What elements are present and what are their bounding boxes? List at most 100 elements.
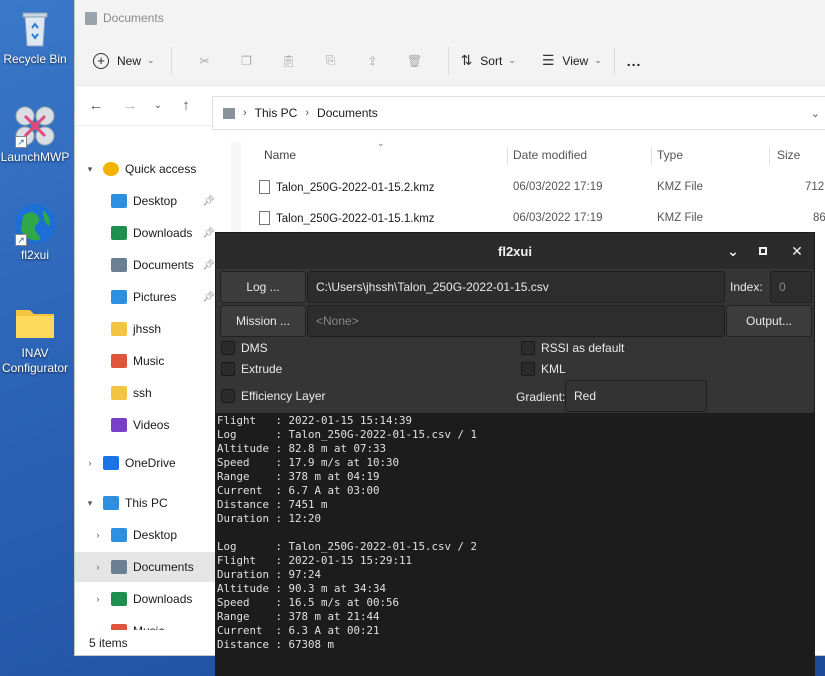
file-name-cell: Talon_250G-2022-01-15.2.kmz bbox=[259, 180, 435, 194]
star-icon bbox=[103, 162, 119, 176]
column-header-size[interactable]: Size bbox=[777, 148, 800, 162]
sidebar-item-label: Music bbox=[133, 354, 165, 368]
column-header-type[interactable]: Type bbox=[657, 148, 683, 162]
sidebar-item[interactable]: Desktop 📌︎ bbox=[75, 186, 221, 216]
sidebar-item[interactable]: › Documents bbox=[75, 552, 221, 582]
chevron-down-icon: ⌄ bbox=[147, 55, 155, 65]
column-header-name[interactable]: Name bbox=[264, 148, 296, 162]
desktop-icon-label: INAV Configurator bbox=[1, 346, 69, 375]
minimize-icon[interactable]: ⌄ bbox=[716, 233, 750, 269]
file-row[interactable]: Talon_250G-2022-01-15.2.kmz 06/03/2022 1… bbox=[251, 172, 825, 202]
expander-chevron-icon[interactable]: ▾ bbox=[83, 164, 97, 175]
more-options-button[interactable]: ... bbox=[627, 53, 642, 69]
sidebar-item[interactable]: Pictures 📌︎ bbox=[75, 282, 221, 312]
sidebar-item-label: Videos bbox=[133, 418, 170, 432]
sidebar-item-label: Downloads bbox=[133, 226, 193, 240]
breadcrumb-documents[interactable]: Documents bbox=[317, 106, 378, 120]
mission-path-field[interactable]: <None> bbox=[307, 305, 725, 337]
file-row[interactable]: Talon_250G-2022-01-15.1.kmz 06/03/2022 1… bbox=[251, 203, 825, 233]
sidebar-item[interactable]: jhssh bbox=[75, 314, 221, 344]
fl2xui-window: fl2xui ⌄ ✕ Log ... C:\Users\jhssh\Talon_… bbox=[215, 232, 815, 676]
folder-icon bbox=[13, 300, 57, 344]
kml-checkbox[interactable]: KML bbox=[521, 362, 566, 376]
maximize-icon[interactable] bbox=[746, 233, 780, 269]
folder-icon bbox=[111, 386, 127, 400]
rename-icon[interactable]: ⎘ bbox=[322, 52, 340, 70]
file-date: 06/03/2022 17:19 bbox=[513, 212, 603, 224]
view-button[interactable]: ☰ View ⌄ bbox=[542, 52, 602, 69]
shortcut-arrow-icon: ↗ bbox=[15, 136, 27, 148]
column-divider[interactable] bbox=[507, 146, 508, 166]
breadcrumb-this-pc[interactable]: This PC bbox=[255, 106, 298, 120]
expander-chevron-icon[interactable]: › bbox=[91, 562, 105, 572]
sidebar-item[interactable]: Videos bbox=[75, 410, 221, 440]
paste-icon[interactable]: 📋︎ bbox=[280, 52, 298, 70]
extrude-checkbox[interactable]: Extrude bbox=[221, 362, 282, 376]
sidebar-item[interactable]: › Downloads bbox=[75, 584, 221, 614]
sidebar-item[interactable]: › Music bbox=[75, 616, 221, 630]
back-arrow-icon[interactable]: ← bbox=[79, 97, 113, 114]
desktop-icon-fl2xui[interactable]: ↗ fl2xui bbox=[0, 202, 70, 263]
sidebar-item[interactable]: Documents 📌︎ bbox=[75, 250, 221, 280]
index-label: Index: bbox=[730, 280, 763, 294]
file-name-cell: Talon_250G-2022-01-15.1.kmz bbox=[259, 211, 435, 225]
dms-checkbox[interactable]: DMS bbox=[221, 341, 268, 355]
recent-chevron-icon[interactable]: ⌄ bbox=[147, 100, 169, 111]
sidebar-item-label: ssh bbox=[133, 386, 152, 400]
gradient-dropdown[interactable]: Red bbox=[565, 380, 707, 412]
output-console[interactable]: Flight : 2022-01-15 15:14:39 Log : Talon… bbox=[216, 413, 814, 675]
sidebar-item-label: Music bbox=[133, 624, 164, 630]
new-button[interactable]: + New ⌄ bbox=[93, 52, 155, 69]
fl2xui-title-bar[interactable]: fl2xui ⌄ ✕ bbox=[216, 233, 814, 269]
column-divider[interactable] bbox=[769, 146, 770, 166]
sidebar-item[interactable]: Music bbox=[75, 346, 221, 376]
gradient-label: Gradient: bbox=[516, 390, 566, 404]
expander-chevron-icon[interactable]: › bbox=[91, 530, 105, 540]
share-icon[interactable]: ⇪ bbox=[364, 52, 382, 70]
up-arrow-icon[interactable]: ↑ bbox=[169, 97, 203, 114]
column-header-date[interactable]: Date modified bbox=[513, 148, 587, 162]
sidebar-item-label: Documents bbox=[133, 560, 194, 574]
address-dropdown-icon[interactable]: ⌄ bbox=[811, 107, 820, 120]
sidebar-item[interactable]: › OneDrive bbox=[75, 448, 221, 478]
pin-icon: 📌︎ bbox=[202, 291, 215, 303]
expander-chevron-icon[interactable]: › bbox=[91, 626, 105, 630]
sidebar-item[interactable]: › Desktop bbox=[75, 520, 221, 550]
address-bar[interactable]: › This PC › Documents ⌄ bbox=[212, 96, 825, 130]
expander-chevron-icon[interactable]: › bbox=[91, 594, 105, 604]
checkbox-box bbox=[221, 341, 235, 355]
expander-chevron-icon[interactable]: ▾ bbox=[83, 498, 97, 509]
music-icon bbox=[111, 354, 127, 368]
sidebar-item[interactable]: Downloads 📌︎ bbox=[75, 218, 221, 248]
mission-button[interactable]: Mission ... bbox=[220, 305, 306, 337]
rssi-default-checkbox[interactable]: RSSI as default bbox=[521, 341, 624, 355]
sidebar-item[interactable]: ssh bbox=[75, 378, 221, 408]
expander-chevron-icon[interactable]: › bbox=[83, 458, 97, 468]
sidebar-item[interactable]: ▾ Quick access bbox=[75, 154, 221, 184]
delete-icon[interactable]: 🗑︎ bbox=[406, 52, 424, 70]
video-icon bbox=[111, 418, 127, 432]
desktop-icon-inav-configurator[interactable]: INAV Configurator bbox=[0, 300, 70, 376]
close-icon[interactable]: ✕ bbox=[780, 233, 814, 269]
sort-button[interactable]: ⇅ Sort ⌄ bbox=[461, 52, 516, 69]
toolbar-divider bbox=[613, 46, 615, 75]
desktop-icon-recycle-bin[interactable]: Recycle Bin bbox=[0, 6, 70, 67]
pin-icon: 📌︎ bbox=[202, 195, 215, 207]
music-icon bbox=[111, 624, 127, 630]
index-spinbox[interactable]: 0 bbox=[770, 271, 812, 303]
forward-arrow-icon[interactable]: → bbox=[113, 97, 147, 114]
view-list-icon: ☰ bbox=[541, 52, 555, 68]
sidebar-item[interactable]: ▾ This PC bbox=[75, 488, 221, 518]
copy-icon[interactable]: ❐ bbox=[238, 52, 256, 70]
efficiency-layer-checkbox[interactable]: Efficiency Layer bbox=[221, 389, 326, 403]
log-button[interactable]: Log ... bbox=[220, 271, 306, 303]
toolbar-divider bbox=[170, 46, 172, 75]
log-path-field[interactable]: C:\Users\jhssh\Talon_250G-2022-01-15.csv bbox=[307, 271, 725, 303]
output-button[interactable]: Output... bbox=[726, 305, 812, 337]
picture-icon bbox=[111, 290, 127, 304]
view-label: View bbox=[562, 53, 589, 68]
dms-label: DMS bbox=[241, 341, 268, 355]
column-divider[interactable] bbox=[651, 146, 652, 166]
desktop-icon-launchmwp[interactable]: ↗ LaunchMWP bbox=[0, 104, 70, 165]
cut-icon[interactable]: ✂ bbox=[196, 52, 214, 70]
